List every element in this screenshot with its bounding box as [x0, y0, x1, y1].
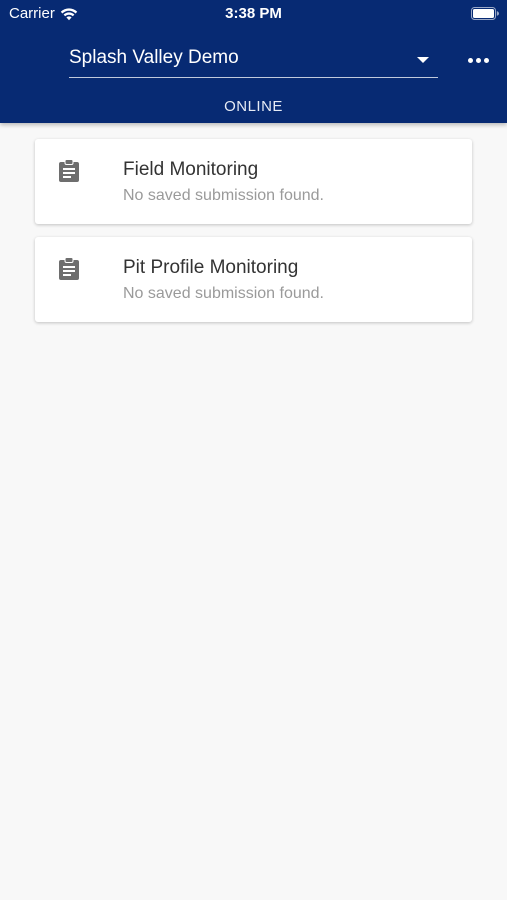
project-dropdown[interactable]: Splash Valley Demo [69, 43, 438, 78]
app-header: Carrier 3:38 PM Splash Valley Demo ONLIN… [0, 0, 507, 123]
form-subtitle: No saved submission found. [123, 285, 324, 302]
status-time: 3:38 PM [225, 5, 282, 22]
status-bar: Carrier 3:38 PM [0, 0, 507, 28]
form-card-pit-profile-monitoring[interactable]: Pit Profile Monitoring No saved submissi… [35, 237, 472, 322]
clipboard-icon [59, 257, 79, 280]
form-title: Pit Profile Monitoring [123, 257, 299, 278]
more-dot [475, 57, 481, 63]
more-dot [483, 57, 489, 63]
more-dot [467, 57, 473, 63]
clipboard-icon [59, 159, 79, 182]
more-horizontal-icon[interactable] [463, 52, 493, 68]
project-dropdown-value: Splash Valley Demo [69, 47, 239, 68]
chevron-down-icon [417, 57, 429, 63]
form-card-field-monitoring[interactable]: Field Monitoring No saved submission fou… [35, 139, 472, 224]
form-list: Field Monitoring No saved submission fou… [35, 139, 472, 335]
connection-status: ONLINE [224, 98, 283, 115]
form-subtitle: No saved submission found. [123, 187, 324, 204]
battery-icon [471, 7, 499, 20]
form-title: Field Monitoring [123, 159, 259, 180]
